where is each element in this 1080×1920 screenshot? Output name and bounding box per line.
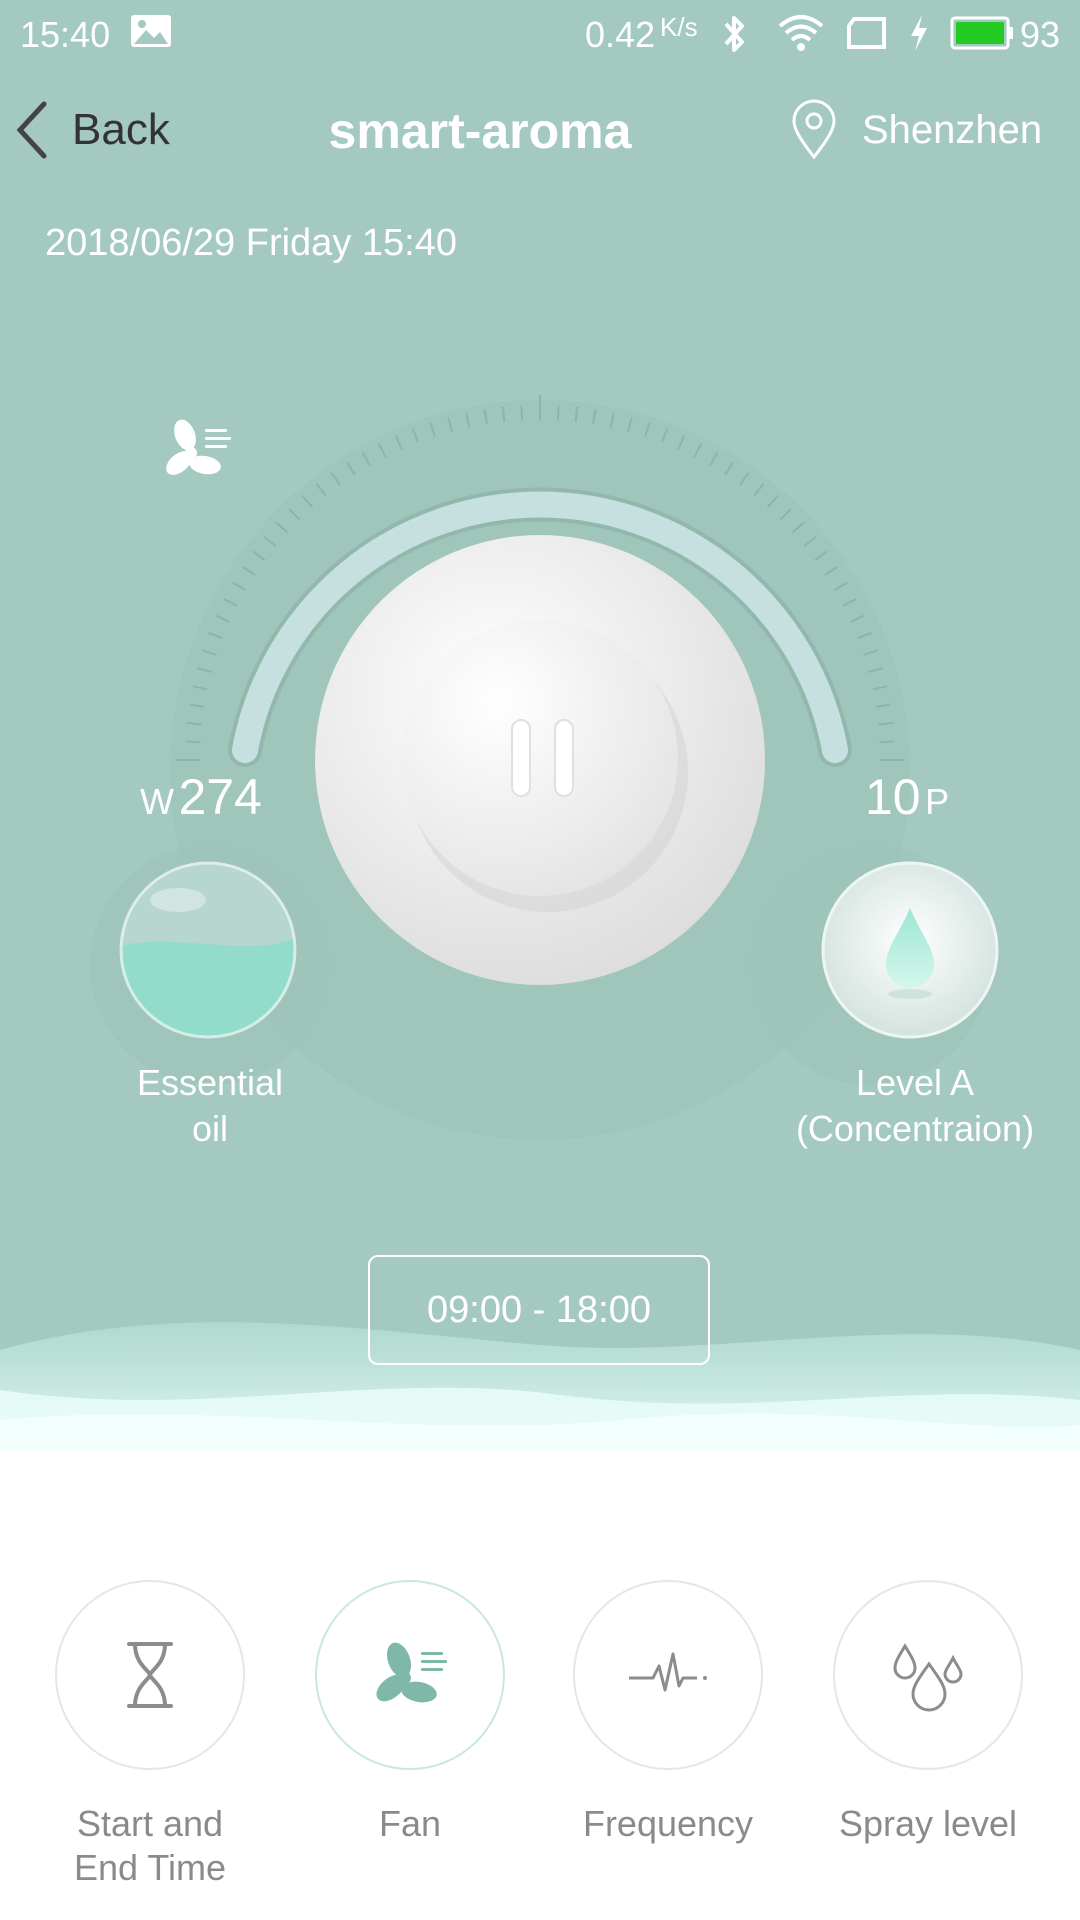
essential-oil-label-line1: Essential — [136, 1062, 284, 1103]
dial-right-number: 10 — [865, 769, 921, 825]
charging-icon — [911, 15, 927, 51]
tab-circle — [55, 1580, 245, 1770]
header: Back smart-aroma Shenzhen — [0, 80, 1080, 180]
essential-oil-gauge[interactable] — [118, 860, 298, 1040]
tab-start-end-time[interactable]: Start and End Time — [30, 1580, 270, 1900]
tab-fan[interactable]: Fan — [290, 1580, 530, 1900]
tab-label: Fan — [290, 1802, 530, 1846]
location-pin-icon — [792, 99, 836, 160]
concentration-button[interactable] — [820, 860, 1000, 1040]
dial-right-value: 10 P — [865, 768, 949, 826]
essential-oil-label-line2: oil — [191, 1108, 229, 1149]
tab-spray-level[interactable]: Spray level — [808, 1580, 1048, 1900]
back-label: Back — [72, 105, 170, 154]
net-speed: 0.42 — [585, 14, 656, 55]
concentration-label: Level A (Concentraion) — [770, 1060, 1060, 1152]
bluetooth-icon — [724, 16, 744, 52]
schedule-time-range[interactable]: 09:00 - 18:00 — [368, 1255, 710, 1365]
tab-circle — [315, 1580, 505, 1770]
hourglass-icon — [127, 1642, 173, 1708]
tab-circle — [833, 1580, 1023, 1770]
essential-oil-label: Essential oil — [100, 1060, 320, 1152]
dial-tick — [520, 405, 524, 421]
net-speed-unit: K/s — [660, 12, 698, 42]
tab-label: Spray level — [808, 1802, 1048, 1846]
tab-label-line1: Frequency — [582, 1803, 754, 1844]
battery-icon — [950, 16, 1013, 50]
wifi-icon — [778, 15, 824, 51]
fan-icon — [166, 419, 231, 475]
datetime-text: 2018/06/29 Friday 15:40 — [45, 222, 457, 264]
dial-left-value: W 274 — [140, 768, 262, 826]
concentration-label-line2: (Concentraion) — [795, 1108, 1035, 1149]
status-time: 15:40 — [20, 14, 111, 55]
dial-left-unit: W — [140, 781, 174, 822]
page-title: smart-aroma — [328, 103, 632, 159]
location-button[interactable]: Shenzhen — [790, 96, 1042, 164]
tab-label-line1: Spray level — [838, 1803, 1018, 1844]
tab-label: Frequency — [548, 1802, 788, 1846]
fan-icon — [376, 1642, 447, 1703]
droplets-icon — [893, 1643, 963, 1712]
chevron-left-icon — [16, 101, 47, 159]
oil-level-fill — [120, 937, 296, 1038]
pulse-icon — [629, 1652, 707, 1692]
battery-percent: 93 — [1020, 14, 1061, 55]
back-button[interactable]: Back — [14, 98, 170, 162]
tab-frequency[interactable]: Frequency — [548, 1580, 788, 1900]
pause-button[interactable] — [405, 620, 685, 900]
dial-tick — [879, 740, 895, 744]
dial-tick — [556, 405, 560, 421]
tab-circle — [573, 1580, 763, 1770]
image-icon — [131, 15, 171, 47]
dial-left-number: 274 — [178, 769, 262, 825]
tab-label-line2: End Time — [73, 1847, 227, 1888]
sim-icon — [847, 17, 886, 49]
function-tab-bar: Start and End Time Fan Frequency Spray l… — [0, 1580, 1080, 1920]
status-bar: 15:40 0.42 K/s 93 — [0, 0, 1080, 70]
tab-label-line1: Start and — [76, 1803, 224, 1844]
tab-label-line1: Fan — [378, 1803, 442, 1844]
concentration-label-line1: Level A — [855, 1062, 975, 1103]
tab-label: Start and End Time — [30, 1802, 270, 1890]
pause-icon — [511, 719, 574, 797]
dial-tick — [185, 740, 201, 744]
dial-right-unit: P — [925, 781, 950, 822]
control-panel: 15:40 0.42 K/s 93 Back smart-aroma Shenz… — [0, 0, 1080, 1452]
location-label: Shenzhen — [862, 107, 1043, 152]
